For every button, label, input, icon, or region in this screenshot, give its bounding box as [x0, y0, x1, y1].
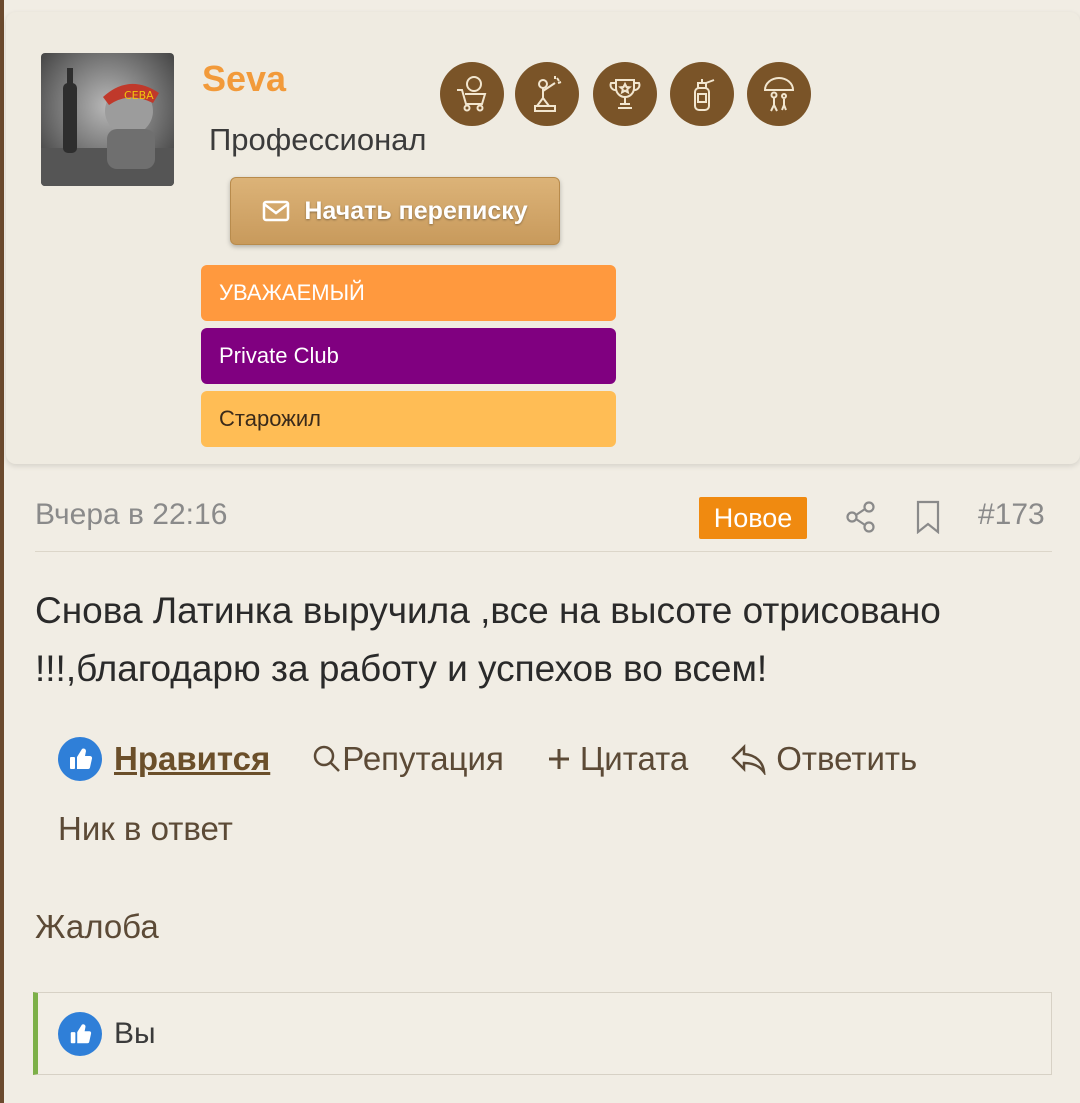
divider: [35, 551, 1052, 552]
post-actions: Нравится Репутация Цитата Ответить: [58, 735, 959, 783]
new-badge: Новое: [699, 497, 807, 539]
post-body: Снова Латинка выручила ,все на высоте от…: [35, 590, 941, 689]
likes-summary: Вы: [33, 992, 1052, 1075]
reply-label: Ответить: [776, 740, 918, 777]
envelope-icon: [263, 200, 290, 222]
banner-private-club: Private Club: [201, 328, 616, 384]
trophy-award-icon[interactable]: [593, 62, 657, 126]
username[interactable]: Seva: [202, 58, 286, 100]
quote-label: Цитата: [579, 740, 689, 777]
search-icon: [314, 745, 341, 772]
plus-icon: [548, 749, 569, 769]
nick-reply-button[interactable]: Ник в ответ: [58, 810, 233, 848]
extinguisher-award-icon[interactable]: [670, 62, 734, 126]
likers-list[interactable]: Вы: [114, 1017, 156, 1051]
quote-button[interactable]: Цитата: [546, 740, 688, 778]
avatar-caption: СЕВА: [124, 89, 154, 102]
reply-icon: [731, 743, 766, 775]
share-icon[interactable]: [845, 500, 877, 539]
cart-10-award-icon[interactable]: [440, 62, 504, 126]
post-date[interactable]: Вчера в 22:16: [35, 498, 227, 532]
thumbs-up-icon: [58, 1011, 102, 1056]
start-conversation-label: Начать переписку: [304, 196, 528, 225]
like-label: Нравится: [114, 740, 271, 777]
reply-button[interactable]: Ответить: [730, 740, 917, 778]
umbrella-family-award-icon[interactable]: [747, 62, 811, 126]
celebration-award-icon[interactable]: [515, 62, 579, 126]
start-conversation-button[interactable]: Начать переписку: [230, 177, 560, 245]
like-button[interactable]: Нравится: [58, 737, 270, 781]
user-card: СЕВА Seva Профессионал Начать переписку …: [6, 12, 1080, 464]
user-title: Профессионал: [209, 122, 427, 157]
reputation-button[interactable]: Репутация: [312, 740, 504, 778]
complain-button[interactable]: Жалоба: [35, 908, 159, 946]
banner-respected: УВАЖАЕМЫЙ: [201, 265, 616, 321]
banner-old-timer: Старожил: [201, 391, 616, 447]
bookmark-icon[interactable]: [915, 500, 941, 539]
thumbs-up-icon: [58, 737, 102, 781]
post-number[interactable]: #173: [978, 498, 1045, 532]
avatar[interactable]: СЕВА: [41, 53, 174, 186]
reputation-label: Репутация: [342, 740, 504, 777]
